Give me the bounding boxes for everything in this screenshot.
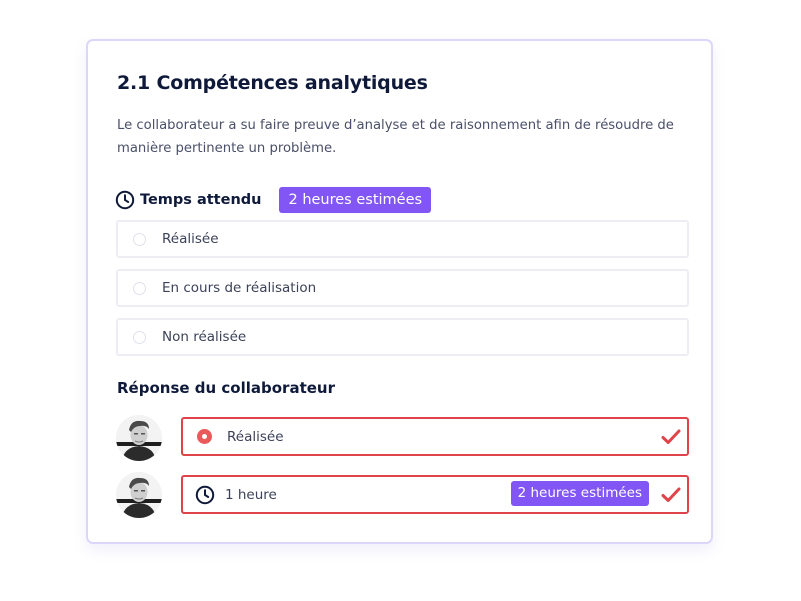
clock-icon: [115, 190, 135, 210]
avatar: [116, 415, 162, 461]
option-realisee[interactable]: Réalisée: [116, 220, 689, 258]
response-time-field: 1 heure 2 heures estimées: [181, 475, 689, 514]
selected-radio-icon: [197, 429, 212, 444]
question-card: 2.1 Compétences analytiques Le collabora…: [86, 39, 713, 544]
radio-button[interactable]: [133, 232, 146, 246]
avatar: [116, 472, 162, 518]
section-description: Le collaborateur a su faire preuve d’ana…: [117, 118, 674, 156]
checkmark-icon: [661, 428, 681, 446]
section-title: 2.1 Compétences analytiques: [117, 72, 428, 94]
radio-button[interactable]: [133, 330, 146, 344]
estimated-time-badge: 2 heures estimées: [279, 187, 432, 213]
expected-time-row: Temps attendu 2 heures estimées: [115, 187, 432, 213]
option-en-cours[interactable]: En cours de réalisation: [116, 269, 689, 307]
expected-time-label: Temps attendu: [140, 192, 262, 208]
radio-button[interactable]: [133, 281, 146, 295]
option-label: Réalisée: [162, 231, 219, 247]
option-non-realisee[interactable]: Non réalisée: [116, 318, 689, 356]
checkmark-icon: [661, 486, 681, 504]
option-label: En cours de réalisation: [162, 280, 317, 296]
clock-icon: [195, 485, 215, 505]
option-label: Non réalisée: [162, 329, 247, 345]
response-status-field: Réalisée: [181, 417, 689, 456]
response-status-label: Réalisée: [227, 428, 284, 445]
response-time-value: 1 heure: [225, 486, 277, 503]
estimated-time-badge: 2 heures estimées: [510, 481, 649, 506]
response-title: Réponse du collaborateur: [117, 379, 335, 397]
